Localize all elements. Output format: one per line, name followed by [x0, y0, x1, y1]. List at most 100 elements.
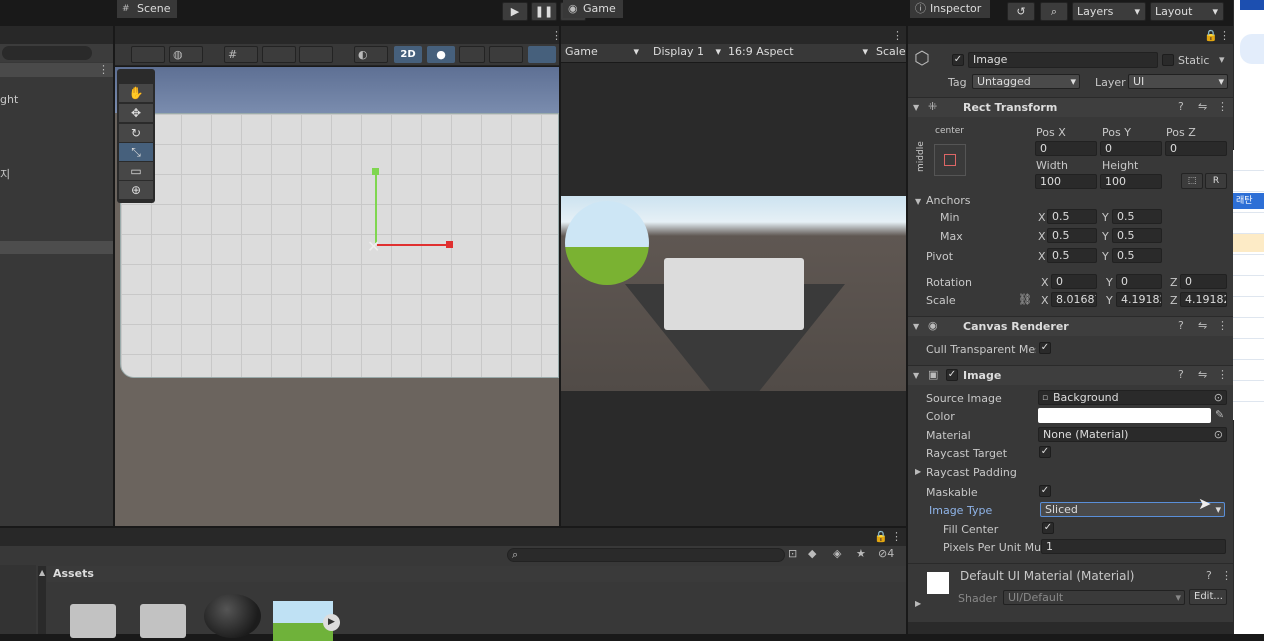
eyedropper-icon[interactable]: ✎	[1215, 409, 1224, 421]
scale-y-field[interactable]: 4.19182	[1116, 292, 1162, 307]
hierarchy-item[interactable]: 지	[0, 166, 10, 182]
2d-toggle[interactable]: 2D	[394, 46, 422, 63]
lock-icon[interactable]: 🔒	[1204, 30, 1218, 42]
scale-tool-icon[interactable]: ⤡	[119, 143, 153, 162]
source-image-field[interactable]: ▫ Background ⊙	[1038, 390, 1227, 405]
presets-icon[interactable]: ⇋	[1198, 369, 1207, 381]
play-button[interactable]: ▶	[502, 2, 528, 21]
external-window-button[interactable]	[1240, 34, 1264, 64]
hierarchy-selected-row[interactable]	[0, 241, 113, 254]
draw-mode-dropdown[interactable]	[131, 46, 165, 63]
snap-increment-dropdown[interactable]	[262, 46, 296, 63]
canvas-renderer-header[interactable]: ▼ ◉ Canvas Renderer ? ⇋ ⋮	[908, 316, 1233, 336]
anchor-min-x-field[interactable]: 0.5	[1047, 209, 1097, 224]
kebab-menu-icon[interactable]: ⋮	[892, 30, 903, 42]
star-icon[interactable]: ★	[856, 548, 866, 560]
pivot-y-field[interactable]: 0.5	[1112, 248, 1162, 263]
pivot-x-field[interactable]: 0.5	[1047, 248, 1097, 263]
play-icon[interactable]: ▶	[323, 614, 340, 631]
move-y-handle[interactable]	[375, 171, 377, 243]
search-button[interactable]: ⌕	[1040, 2, 1068, 21]
layer-dropdown[interactable]: UI ▾	[1128, 74, 1228, 89]
gameobject-name-field[interactable]: Image	[968, 52, 1158, 68]
object-picker-icon[interactable]: ⊙	[1214, 429, 1223, 441]
help-icon[interactable]: ?	[1178, 320, 1184, 332]
tab-game[interactable]: ◉ Game	[563, 0, 623, 18]
rotation-x-field[interactable]: 0	[1051, 274, 1097, 289]
move-x-handle-tip[interactable]	[446, 241, 453, 248]
filter-type-icon[interactable]: ◆	[808, 548, 816, 560]
pivot-handle-icon[interactable]: ✕	[367, 237, 380, 256]
aspect-dropdown[interactable]: 16:9 Aspect ▾	[725, 45, 871, 60]
help-icon[interactable]: ?	[1206, 570, 1212, 582]
kebab-menu-icon[interactable]: ⋮	[1221, 570, 1232, 582]
kebab-menu-icon[interactable]: ⋮	[1219, 30, 1230, 42]
folder-icon[interactable]	[140, 604, 186, 638]
cull-checkbox[interactable]: ✓	[1039, 342, 1051, 354]
maskable-checkbox[interactable]: ✓	[1039, 485, 1051, 497]
pause-button[interactable]: ❚❚	[531, 2, 557, 21]
color-swatch[interactable]	[1038, 408, 1211, 423]
tab-inspector[interactable]: ⓘ Inspector	[910, 0, 990, 18]
image-component-header[interactable]: ▼ ▣ ✓ Image ? ⇋ ⋮	[908, 365, 1233, 385]
edit-shader-button[interactable]: Edit...	[1189, 589, 1227, 605]
fill-center-checkbox[interactable]: ✓	[1042, 522, 1054, 534]
label-icon[interactable]: ◈	[833, 548, 841, 560]
raw-edit-button[interactable]: R	[1205, 173, 1227, 189]
game-view-dropdown[interactable]: Game ▾	[562, 45, 642, 60]
shader-dropdown[interactable]: UI/Default ▾	[1003, 590, 1185, 605]
kebab-menu-icon[interactable]: ⋮	[891, 531, 902, 543]
blueprint-mode-button[interactable]: ⬚	[1181, 173, 1203, 189]
project-search-input[interactable]: ⌕	[507, 548, 785, 562]
shading-dropdown[interactable]: ◐	[354, 46, 388, 63]
lock-icon[interactable]: 🔒	[874, 531, 888, 543]
chevron-down-icon[interactable]: ▾	[1219, 54, 1225, 66]
material-field[interactable]: None (Material) ⊙	[1038, 427, 1227, 442]
scale-z-field[interactable]: 4.19182	[1180, 292, 1227, 307]
move-x-handle[interactable]	[377, 244, 449, 246]
rect-transform-header[interactable]: ▼ ⁜ Rect Transform ? ⇋ ⋮	[908, 97, 1233, 117]
effects-dropdown[interactable]	[489, 46, 523, 63]
material-sphere-icon[interactable]	[204, 594, 261, 638]
active-checkbox[interactable]: ✓	[952, 54, 964, 66]
anchor-max-x-field[interactable]: 0.5	[1047, 228, 1097, 243]
pos-y-field[interactable]: 0	[1100, 141, 1162, 156]
presets-icon[interactable]: ⇋	[1198, 101, 1207, 113]
hidden-objects-toggle[interactable]	[528, 46, 556, 63]
transform-tool-icon[interactable]: ⊕	[119, 181, 153, 200]
raycast-padding-label[interactable]: Raycast Padding	[926, 466, 1017, 479]
foldout-right-icon[interactable]: ▶	[915, 466, 921, 478]
history-button[interactable]: ↺	[1007, 2, 1035, 21]
raycast-target-checkbox[interactable]: ✓	[1039, 446, 1051, 458]
layout-dropdown[interactable]: Layout ▾	[1150, 2, 1224, 21]
ppu-field[interactable]: 1	[1041, 539, 1226, 554]
kebab-menu-icon[interactable]: ⋮	[98, 64, 109, 76]
rotation-z-field[interactable]: 0	[1180, 274, 1227, 289]
scale-slider-label[interactable]: Scale	[876, 45, 906, 60]
height-field[interactable]: 100	[1100, 174, 1162, 189]
external-selected-cell[interactable]: 래탄	[1233, 193, 1264, 209]
increment-snap-dropdown[interactable]	[299, 46, 333, 63]
filter-icon[interactable]: ⊡	[788, 548, 797, 560]
hierarchy-search-input[interactable]	[2, 46, 92, 60]
assets-breadcrumb[interactable]: Assets	[53, 567, 94, 580]
width-field[interactable]: 100	[1035, 174, 1097, 189]
eye-slash-icon[interactable]: ⊘4	[878, 548, 894, 560]
foldout-icon[interactable]: ▼	[915, 196, 921, 208]
canvas-image-rect[interactable]	[120, 113, 559, 378]
static-checkbox[interactable]	[1162, 54, 1174, 66]
tag-dropdown[interactable]: Untagged ▾	[972, 74, 1080, 89]
rotate-tool-icon[interactable]: ↻	[119, 124, 153, 143]
lighting-toggle[interactable]: ●	[427, 46, 455, 63]
pos-z-field[interactable]: 0	[1165, 141, 1227, 156]
help-icon[interactable]: ?	[1178, 369, 1184, 381]
rect-tool-icon[interactable]: ▭	[119, 162, 153, 181]
anchor-presets-button[interactable]	[934, 144, 966, 176]
tab-scene[interactable]: # Scene	[117, 0, 177, 18]
presets-icon[interactable]: ⇋	[1198, 320, 1207, 332]
hand-tool-icon[interactable]: ✋	[119, 84, 153, 103]
kebab-menu-icon[interactable]: ⋮	[1217, 101, 1228, 113]
help-icon[interactable]: ?	[1178, 101, 1184, 113]
anchor-max-y-field[interactable]: 0.5	[1112, 228, 1162, 243]
rotation-y-field[interactable]: 0	[1116, 274, 1162, 289]
